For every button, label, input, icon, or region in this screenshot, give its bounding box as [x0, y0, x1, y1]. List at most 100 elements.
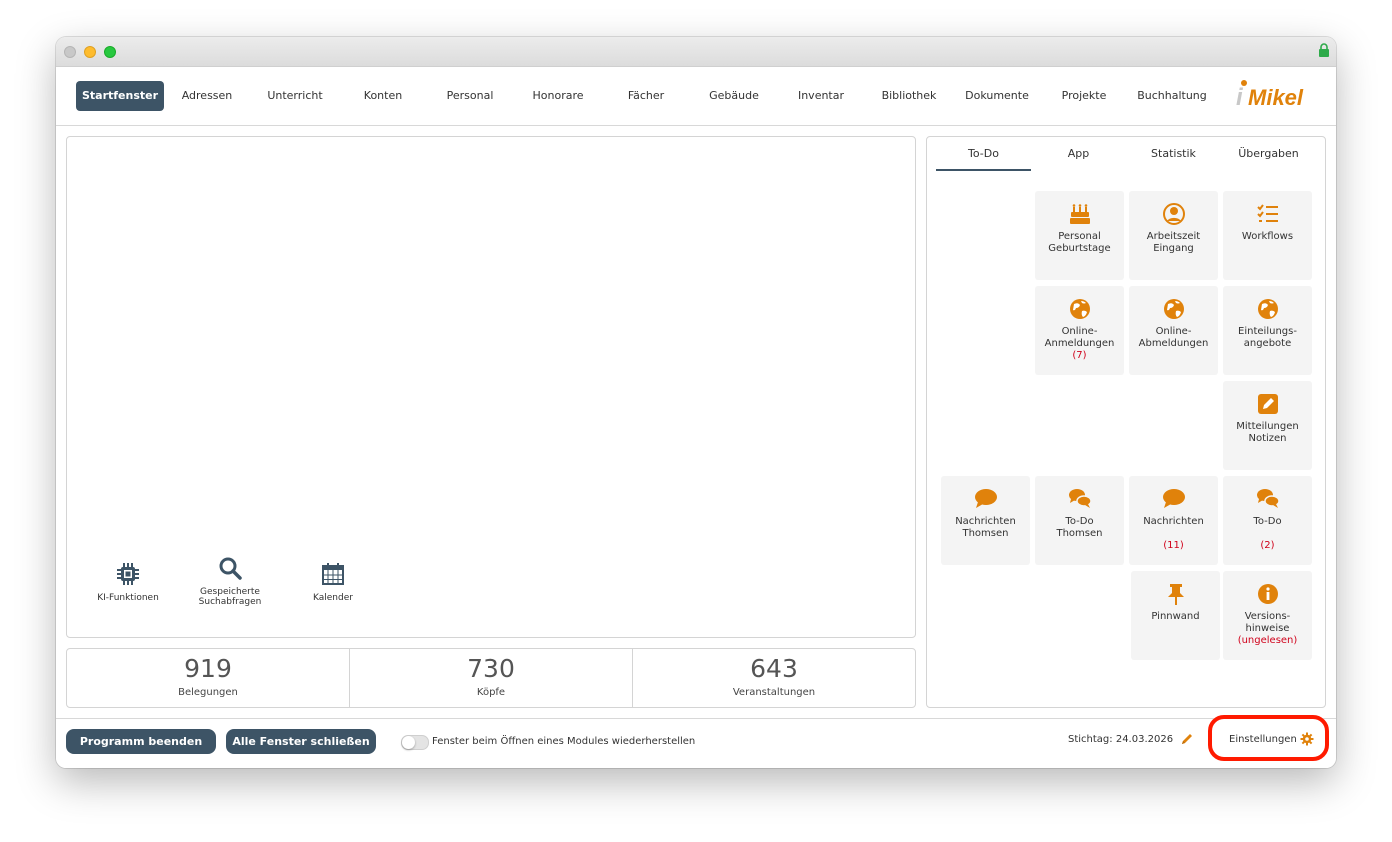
restore-windows-toggle[interactable] — [401, 735, 429, 750]
title-bar — [56, 37, 1336, 67]
settings-highlight-annotation — [1208, 715, 1329, 761]
tile-online-anmeldungen[interactable]: Online- Anmeldungen (7) — [1035, 286, 1124, 375]
search-icon — [219, 557, 242, 580]
tile-label-line1: Workflows — [1241, 231, 1294, 242]
suchabfragen-label-line1: Gespeicherte — [200, 587, 260, 597]
tile-label-line1: Nachrichten — [955, 516, 1016, 527]
kalender-shortcut[interactable]: Kalender — [288, 561, 378, 603]
gespeicherte-suchabfragen-shortcut[interactable]: Gespeicherte Suchabfragen — [185, 555, 275, 607]
menu-inventar[interactable]: Inventar — [782, 81, 860, 111]
tile-label-line1: Mitteilungen — [1236, 421, 1299, 432]
tile-label-line2: hinweise — [1245, 623, 1290, 634]
tile-einteilungsangebote[interactable]: Einteilungs- angebote — [1223, 286, 1312, 375]
stat-veranstaltungen: 643 Veranstaltungen — [633, 649, 915, 707]
tile-count-badge: (ungelesen) — [1237, 635, 1298, 646]
tab-app[interactable]: App — [1031, 147, 1126, 169]
menu-dokumente[interactable]: Dokumente — [958, 81, 1036, 111]
menu-personal[interactable]: Personal — [431, 81, 509, 111]
tile-count-badge: (2) — [1260, 540, 1275, 551]
globe-icon — [1257, 299, 1278, 319]
tile-label-line1: Personal — [1058, 231, 1101, 242]
checklist-icon — [1256, 204, 1278, 222]
tile-online-abmeldungen[interactable]: Online- Abmeldungen — [1129, 286, 1218, 375]
stat-value: 919 — [184, 654, 232, 683]
right-side-panel: To-Do App Statistik Übergaben Personal G… — [926, 136, 1326, 708]
menu-projekte[interactable]: Projekte — [1045, 81, 1123, 111]
stat-label: Veranstaltungen — [732, 687, 816, 698]
close-all-windows-button[interactable]: Alle Fenster schließen — [226, 729, 376, 754]
menu-buchhaltung[interactable]: Buchhaltung — [1133, 81, 1211, 111]
tile-label-line1: Nachrichten — [1143, 516, 1204, 527]
stichtag-label: Stichtag: 24.03.2026 — [1068, 734, 1174, 745]
tile-nachrichten-thomsen[interactable]: Nachrichten Thomsen — [941, 476, 1030, 565]
stat-koepfe: 730 Köpfe — [350, 649, 633, 707]
stats-bar: 919 Belegungen 730 Köpfe 643 Veranstaltu… — [66, 648, 916, 708]
tab-uebergaben[interactable]: Übergaben — [1221, 147, 1316, 169]
tile-count-badge: (7) — [1072, 350, 1087, 361]
tile-mitteilungen-notizen[interactable]: Mitteilungen Notizen — [1223, 381, 1312, 470]
stat-label: Belegungen — [178, 687, 238, 698]
info-icon — [1257, 584, 1278, 604]
toggle-knob — [402, 736, 415, 749]
menu-konten[interactable]: Konten — [344, 81, 422, 111]
start-content-area: KI-Funktionen Gespeicherte Suchabfragen — [66, 136, 916, 638]
tile-pinnwand[interactable]: Pinnwand — [1131, 571, 1220, 660]
tile-workflows[interactable]: Workflows — [1223, 191, 1312, 280]
tile-arbeitszeit-eingang[interactable]: Arbeitszeit Eingang — [1129, 191, 1218, 280]
ki-funktionen-shortcut[interactable]: KI-Funktionen — [83, 561, 173, 603]
app-window: Startfenster Adressen Unterricht Konten … — [56, 37, 1336, 768]
tile-label-line1: Online- — [1061, 326, 1098, 337]
tile-label-line2: Anmeldungen — [1044, 338, 1115, 349]
zoom-window-button[interactable] — [104, 46, 116, 58]
menu-unterricht[interactable]: Unterricht — [255, 81, 335, 111]
stat-belegungen: 919 Belegungen — [67, 649, 350, 707]
menu-startfenster[interactable]: Startfenster — [76, 81, 164, 111]
chip-icon — [117, 563, 139, 585]
tab-statistik[interactable]: Statistik — [1126, 147, 1221, 169]
menu-adressen[interactable]: Adressen — [168, 81, 246, 111]
tile-label-line2: Eingang — [1153, 243, 1194, 254]
stat-value: 730 — [467, 654, 515, 683]
menu-honorare[interactable]: Honorare — [519, 81, 597, 111]
menu-gebaeude[interactable]: Gebäude — [695, 81, 773, 111]
globe-icon — [1163, 299, 1184, 319]
calendar-icon — [322, 563, 344, 585]
tile-nachrichten[interactable]: Nachrichten (11) — [1129, 476, 1218, 565]
user-icon — [1162, 203, 1185, 225]
tile-label-line1: Einteilungs- — [1238, 326, 1297, 337]
menu-faecher[interactable]: Fächer — [607, 81, 685, 111]
tile-label-line2: Abmeldungen — [1138, 338, 1209, 349]
tile-label-line2: Geburtstage — [1048, 243, 1111, 254]
tile-count-badge: (11) — [1163, 540, 1184, 551]
menu-bibliothek[interactable]: Bibliothek — [870, 81, 948, 111]
quit-program-button[interactable]: Programm beenden — [66, 729, 216, 754]
suchabfragen-label-line2: Suchabfragen — [198, 597, 262, 607]
restore-windows-label: Fenster beim Öffnen eines Modules wieder… — [432, 736, 696, 747]
minimize-window-button[interactable] — [84, 46, 96, 58]
imikel-logo: i Mikel — [1234, 77, 1318, 113]
svg-text:i: i — [1236, 84, 1244, 111]
tile-personal-geburtstage[interactable]: Personal Geburtstage — [1035, 191, 1124, 280]
main-menu-bar: Startfenster Adressen Unterricht Konten … — [56, 67, 1336, 126]
svg-text:Mikel: Mikel — [1248, 85, 1304, 110]
tile-label-line1: Pinnwand — [1151, 611, 1200, 622]
chat-bubble-icon — [1162, 489, 1185, 508]
tile-label-line2: Notizen — [1248, 433, 1287, 444]
tile-label-line1: To-Do — [1253, 516, 1282, 527]
stat-label: Köpfe — [476, 687, 506, 698]
tile-todo-thomsen[interactable]: To-Do Thomsen — [1035, 476, 1124, 565]
tile-label-line2: Thomsen — [962, 528, 1009, 539]
footer-bar: Programm beenden Alle Fenster schließen … — [56, 718, 1336, 768]
chat-bubbles-icon — [1256, 489, 1280, 508]
tile-label-line2: angebote — [1243, 338, 1292, 349]
tab-todo[interactable]: To-Do — [936, 147, 1031, 171]
tile-label-line2: Thomsen — [1056, 528, 1103, 539]
pushpin-icon — [1167, 584, 1184, 605]
close-window-button[interactable] — [64, 46, 76, 58]
tile-label-line1: To-Do — [1065, 516, 1094, 527]
ki-funktionen-label: KI-Funktionen — [97, 593, 159, 603]
tile-todo[interactable]: To-Do (2) — [1223, 476, 1312, 565]
tile-versionshinweise[interactable]: Versions- hinweise (ungelesen) — [1223, 571, 1312, 660]
pencil-icon[interactable] — [1180, 732, 1194, 746]
tile-label-line1: Versions- — [1244, 611, 1291, 622]
